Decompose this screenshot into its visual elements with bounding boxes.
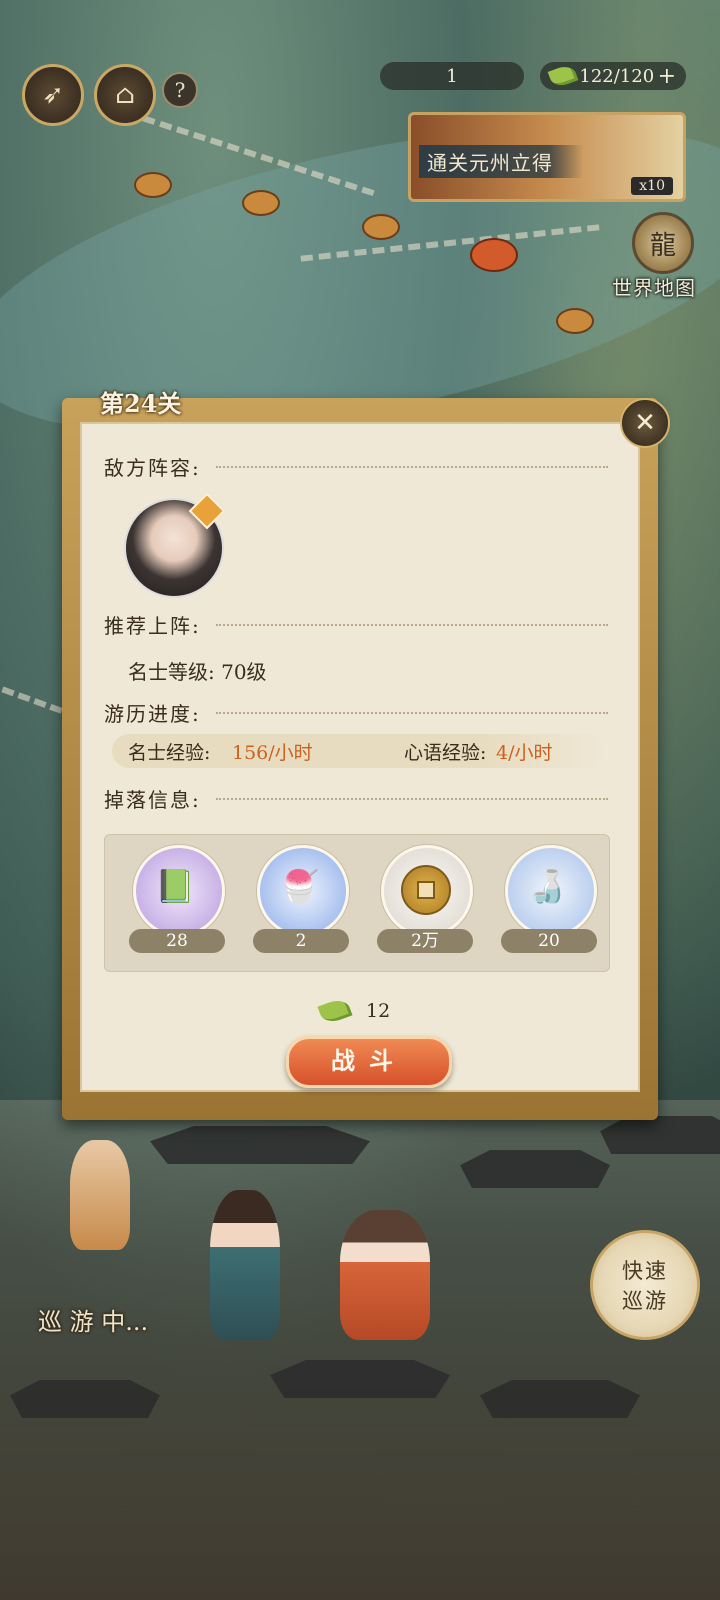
fight-button[interactable]: 战斗 — [286, 1036, 452, 1088]
reward-count: x10 — [631, 177, 673, 195]
building-roof — [270, 1360, 450, 1398]
dragon-icon: 龍 — [649, 230, 676, 261]
back-icon[interactable]: ➶ — [22, 64, 84, 126]
drop-count: 20 — [501, 929, 597, 953]
stage-title: 第24关 — [100, 389, 182, 418]
enemy-section-title: 敌方阵容: — [104, 456, 201, 480]
help-symbol: ? — [174, 78, 186, 102]
teaset-icon: 🍶 — [527, 867, 567, 905]
drop-section-title: 掉落信息: — [104, 788, 201, 812]
building-roof — [10, 1380, 160, 1418]
touring-status: 巡 游 中... — [38, 1308, 149, 1336]
world-map-icon[interactable]: 龍 — [632, 212, 694, 274]
help-icon[interactable]: ? — [162, 72, 198, 108]
divider — [216, 466, 608, 468]
clear-reward-banner[interactable]: 通关元州立得 x10 — [408, 112, 686, 202]
add-stamina-button[interactable]: + — [658, 64, 676, 89]
drop-count: 2 — [253, 929, 349, 953]
stamina-cost: 12 — [317, 996, 391, 1026]
building-roof — [460, 1150, 610, 1188]
building-roof — [150, 1126, 370, 1164]
drop-list: 📗 28 🍧 2 2万 🍶 20 — [104, 834, 610, 972]
quick-tour-label-line1: 快速 — [622, 1259, 668, 1283]
world-map-label[interactable]: 世界地图 — [612, 272, 696, 301]
close-icon: ✕ — [634, 408, 656, 438]
stamina-display: 122/120 + — [540, 62, 686, 90]
divider — [216, 712, 608, 714]
xinyu-exp-label: 心语经验: — [404, 742, 487, 764]
reward-banner-text: 通关元州立得 — [419, 145, 583, 178]
quick-tour-label-line2: 巡游 — [622, 1289, 668, 1313]
dessert-icon: 🍧 — [279, 867, 319, 905]
xinyu-exp-value: 4/小时 — [496, 742, 553, 764]
city-icon[interactable]: ⌂ — [94, 64, 156, 126]
stage-node-current[interactable] — [470, 238, 518, 272]
divider — [216, 798, 608, 800]
level-display: 1 — [380, 62, 524, 90]
level-value: 1 — [446, 65, 458, 87]
mingshi-exp-label: 名士经验: — [128, 742, 211, 764]
mingshi-exp-value: 156/小时 — [232, 742, 313, 764]
character-swordsman[interactable] — [210, 1190, 280, 1340]
close-button[interactable]: ✕ — [620, 398, 670, 448]
character-lady[interactable] — [340, 1210, 430, 1340]
progress-section-title: 游历进度: — [104, 702, 201, 726]
character-pet[interactable] — [70, 1140, 130, 1250]
recommended-level: 名士等级: 70级 — [128, 660, 267, 684]
building-roof — [480, 1380, 640, 1418]
stage-node[interactable] — [362, 214, 400, 240]
quick-tour-button[interactable]: 快速 巡游 — [590, 1230, 700, 1340]
divider — [216, 624, 608, 626]
pavilion-icon: ⌂ — [115, 80, 135, 110]
recommend-section-title: 推荐上阵: — [104, 614, 201, 638]
bird-icon: ➶ — [42, 80, 64, 110]
leaf-icon — [547, 63, 579, 89]
stage-node[interactable] — [242, 190, 280, 216]
building-roof — [600, 1116, 720, 1154]
leaf-icon — [317, 996, 353, 1026]
drop-count: 2万 — [377, 929, 473, 953]
cost-value: 12 — [366, 1000, 391, 1022]
coin-icon — [401, 865, 451, 915]
drop-count: 28 — [129, 929, 225, 953]
stage-node[interactable] — [556, 308, 594, 334]
stamina-value: 122/120 — [579, 65, 655, 87]
book-icon: 📗 — [155, 867, 195, 905]
stage-node[interactable] — [134, 172, 172, 198]
